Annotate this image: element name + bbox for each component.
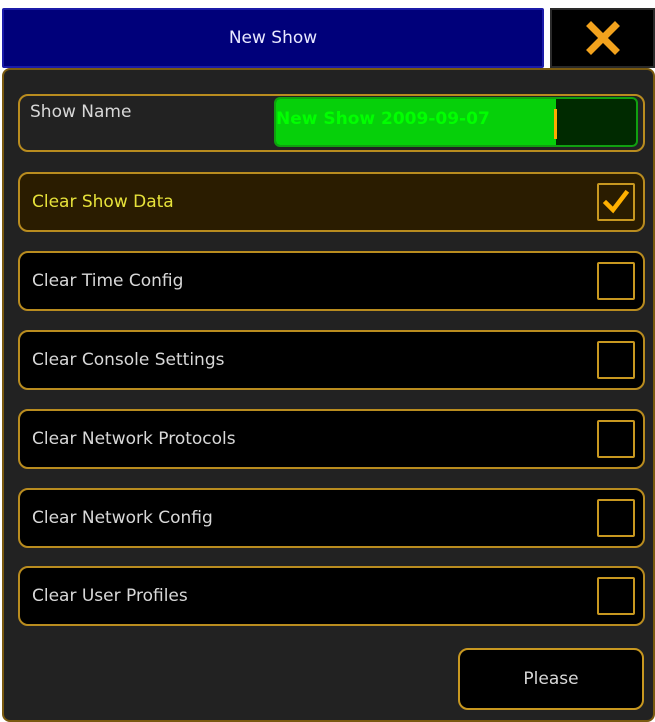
option-label: Clear Console Settings xyxy=(32,350,225,370)
show-name-input[interactable]: New Show 2009-09-07 xyxy=(274,97,638,147)
confirm-button[interactable]: Please xyxy=(458,648,644,710)
new-show-dialog: New Show Show Name New Show 2009-09-07 C… xyxy=(0,0,655,722)
checkbox-clear-user-profiles[interactable] xyxy=(597,577,635,615)
dialog-title: New Show xyxy=(2,8,544,68)
show-name-label: Show Name xyxy=(30,102,132,122)
option-label: Clear Show Data xyxy=(32,192,174,212)
option-clear-show-data[interactable]: Clear Show Data xyxy=(18,172,645,232)
option-clear-network-protocols[interactable]: Clear Network Protocols xyxy=(18,409,645,469)
option-label: Clear User Profiles xyxy=(32,586,188,606)
option-clear-user-profiles[interactable]: Clear User Profiles xyxy=(18,566,645,626)
option-label: Clear Network Protocols xyxy=(32,429,236,449)
show-name-row: Show Name New Show 2009-09-07 xyxy=(18,94,645,152)
option-clear-network-config[interactable]: Clear Network Config xyxy=(18,488,645,548)
option-label: Clear Time Config xyxy=(32,271,184,291)
checkbox-clear-show-data[interactable] xyxy=(597,183,635,221)
checkbox-clear-network-protocols[interactable] xyxy=(597,420,635,458)
checkbox-clear-network-config[interactable] xyxy=(597,499,635,537)
option-clear-time-config[interactable]: Clear Time Config xyxy=(18,251,645,311)
text-caret xyxy=(554,109,557,139)
option-label: Clear Network Config xyxy=(32,508,213,528)
option-clear-console-settings[interactable]: Clear Console Settings xyxy=(18,330,645,390)
show-name-value: New Show 2009-09-07 xyxy=(276,109,490,129)
checkmark-icon xyxy=(602,189,630,214)
checkbox-clear-time-config[interactable] xyxy=(597,262,635,300)
close-x-icon xyxy=(585,21,620,55)
checkbox-clear-console-settings[interactable] xyxy=(597,341,635,379)
close-button[interactable] xyxy=(550,8,655,68)
